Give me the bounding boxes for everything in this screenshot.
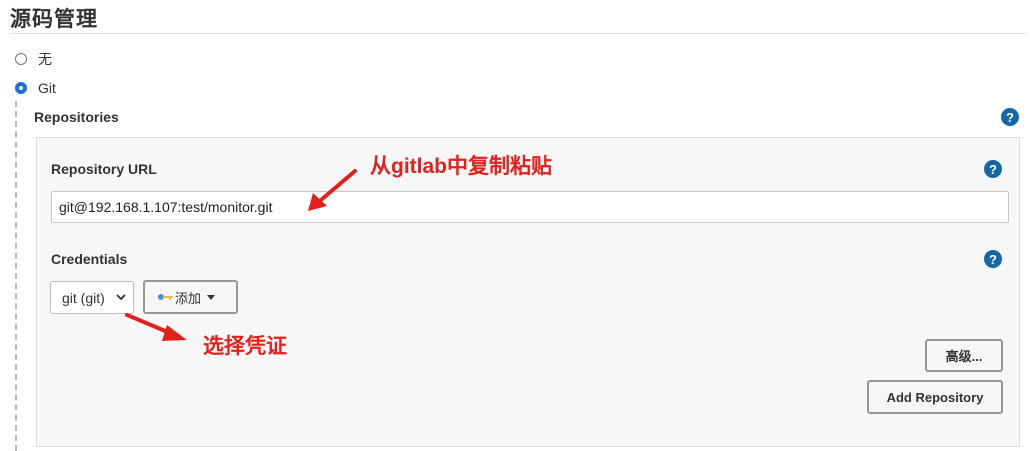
annotation-copy-from-gitlab: 从gitlab中复制粘贴 xyxy=(370,155,552,178)
annotation-arrows xyxy=(125,169,357,341)
red-arrow-url xyxy=(308,169,357,211)
red-arrow-credentials xyxy=(125,313,187,341)
annotation-choose-credential: 选择凭证 xyxy=(203,335,287,358)
